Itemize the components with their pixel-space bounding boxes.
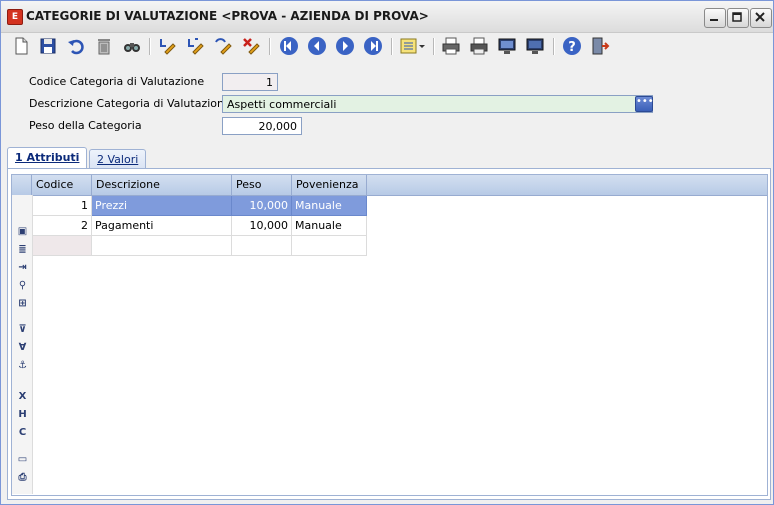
anchor-icon[interactable]: ⚓ bbox=[16, 359, 29, 372]
codice-field[interactable]: 1 bbox=[222, 73, 278, 91]
app-window: E CATEGORIE DI VALUTAZIONE <PROVA - AZIE… bbox=[0, 0, 774, 505]
cell-peso[interactable]: 10,000 bbox=[232, 216, 292, 236]
grid-header: Codice Descrizione Peso Povenienza bbox=[12, 175, 767, 196]
remove-column-icon[interactable]: X bbox=[16, 390, 29, 403]
previous-record-icon[interactable] bbox=[307, 36, 327, 56]
codice-label: Codice Categoria di Valutazione bbox=[29, 75, 205, 88]
find-icon[interactable] bbox=[122, 36, 142, 56]
edit-pencil-icon[interactable] bbox=[157, 36, 177, 56]
column-header-descrizione[interactable]: Descrizione bbox=[92, 175, 232, 195]
minimize-icon bbox=[710, 19, 718, 21]
toolbar-separator bbox=[433, 38, 435, 55]
print-icon[interactable]: ⎙ bbox=[16, 471, 29, 484]
tab-panel: Codice Descrizione Peso Povenienza 1 Pre… bbox=[7, 168, 771, 500]
undo-icon[interactable] bbox=[66, 36, 86, 56]
cell-codice-new[interactable] bbox=[32, 236, 92, 256]
cell-peso-new[interactable] bbox=[232, 236, 292, 256]
grid-icon[interactable]: ⊞ bbox=[16, 297, 29, 310]
cell-peso[interactable]: 10,000 bbox=[232, 196, 292, 216]
next-record-icon[interactable] bbox=[335, 36, 355, 56]
app-icon: E bbox=[7, 9, 23, 25]
cell-descrizione-new[interactable] bbox=[92, 236, 232, 256]
clear-filter-icon[interactable]: ∀ bbox=[16, 341, 29, 354]
new-document-icon[interactable] bbox=[11, 36, 31, 56]
descrizione-label: Descrizione Categoria di Valutazione bbox=[29, 97, 231, 110]
cell-descrizione[interactable]: Prezzi bbox=[92, 196, 232, 216]
insert-row-icon[interactable]: ⇥ bbox=[16, 261, 29, 274]
toolbar: ? bbox=[1, 33, 773, 60]
window-title: CATEGORIE DI VALUTAZIONE <PROVA - AZIEND… bbox=[26, 9, 429, 23]
toolbar-separator bbox=[553, 38, 555, 55]
screen-icon[interactable]: ▭ bbox=[16, 453, 29, 466]
delete-icon[interactable] bbox=[94, 36, 114, 56]
data-grid: Codice Descrizione Peso Povenienza 1 Pre… bbox=[11, 174, 768, 496]
ellipsis-icon: ••• bbox=[636, 96, 654, 107]
filter-icon[interactable]: ⊽ bbox=[16, 323, 29, 336]
copy-row-icon[interactable]: ▣ bbox=[16, 225, 29, 238]
print-icon[interactable] bbox=[441, 36, 461, 56]
tab-attributi[interactable]: 1 Attributi bbox=[7, 147, 88, 170]
list-icon[interactable]: ≣ bbox=[16, 243, 29, 256]
zoom-icon[interactable]: ⚲ bbox=[16, 279, 29, 292]
descrizione-field[interactable]: Aspetti commerciali bbox=[222, 95, 653, 113]
peso-field[interactable]: 20,000 bbox=[222, 117, 302, 135]
screen-output-icon[interactable] bbox=[497, 36, 517, 56]
column-header-provenienza[interactable]: Povenienza bbox=[292, 175, 367, 195]
help-icon[interactable]: ? bbox=[562, 36, 582, 56]
edit-confirm-icon[interactable] bbox=[185, 36, 205, 56]
descrizione-value: Aspetti commerciali bbox=[227, 98, 337, 111]
tab-valori[interactable]: 2 Valori bbox=[89, 149, 147, 170]
hide-column-icon[interactable]: H bbox=[16, 408, 29, 421]
maximize-icon bbox=[732, 12, 742, 22]
cell-codice[interactable]: 1 bbox=[32, 196, 92, 216]
peso-label: Peso della Categoria bbox=[29, 119, 142, 132]
minimize-button[interactable] bbox=[704, 8, 726, 28]
toolbar-separator bbox=[149, 38, 151, 55]
maximize-button[interactable] bbox=[727, 8, 749, 28]
screen-output-alt-icon[interactable] bbox=[525, 36, 545, 56]
edit-undo-icon[interactable] bbox=[213, 36, 233, 56]
cell-provenienza[interactable]: Manuale bbox=[292, 216, 367, 236]
toolbar-separator bbox=[391, 38, 393, 55]
cell-codice[interactable]: 2 bbox=[32, 216, 92, 236]
cell-provenienza-new[interactable] bbox=[292, 236, 367, 256]
last-record-icon[interactable] bbox=[363, 36, 383, 56]
edit-cancel-icon[interactable] bbox=[241, 36, 261, 56]
grid-side-toolbar: ▣ ≣ ⇥ ⚲ ⊞ ⊽ ∀ ⚓ X H C ▭ ⎙ bbox=[12, 195, 33, 494]
close-button[interactable] bbox=[750, 8, 772, 28]
first-record-icon[interactable] bbox=[279, 36, 299, 56]
column-header-codice[interactable]: Codice bbox=[32, 175, 92, 195]
title-bar: E CATEGORIE DI VALUTAZIONE <PROVA - AZIE… bbox=[1, 1, 773, 33]
svg-text:?: ? bbox=[568, 40, 576, 55]
row-indicator-header bbox=[12, 175, 32, 195]
print-preview-icon[interactable] bbox=[469, 36, 489, 56]
toolbar-separator bbox=[269, 38, 271, 55]
column-settings-icon[interactable]: C bbox=[16, 426, 29, 439]
cell-provenienza[interactable]: Manuale bbox=[292, 196, 367, 216]
lookup-button[interactable]: ••• bbox=[635, 96, 654, 112]
close-icon bbox=[755, 12, 765, 22]
column-header-peso[interactable]: Peso bbox=[232, 175, 292, 195]
save-icon[interactable] bbox=[38, 36, 58, 56]
cell-descrizione[interactable]: Pagamenti bbox=[92, 216, 232, 236]
list-options-icon[interactable] bbox=[399, 36, 427, 56]
exit-icon[interactable] bbox=[590, 36, 610, 56]
